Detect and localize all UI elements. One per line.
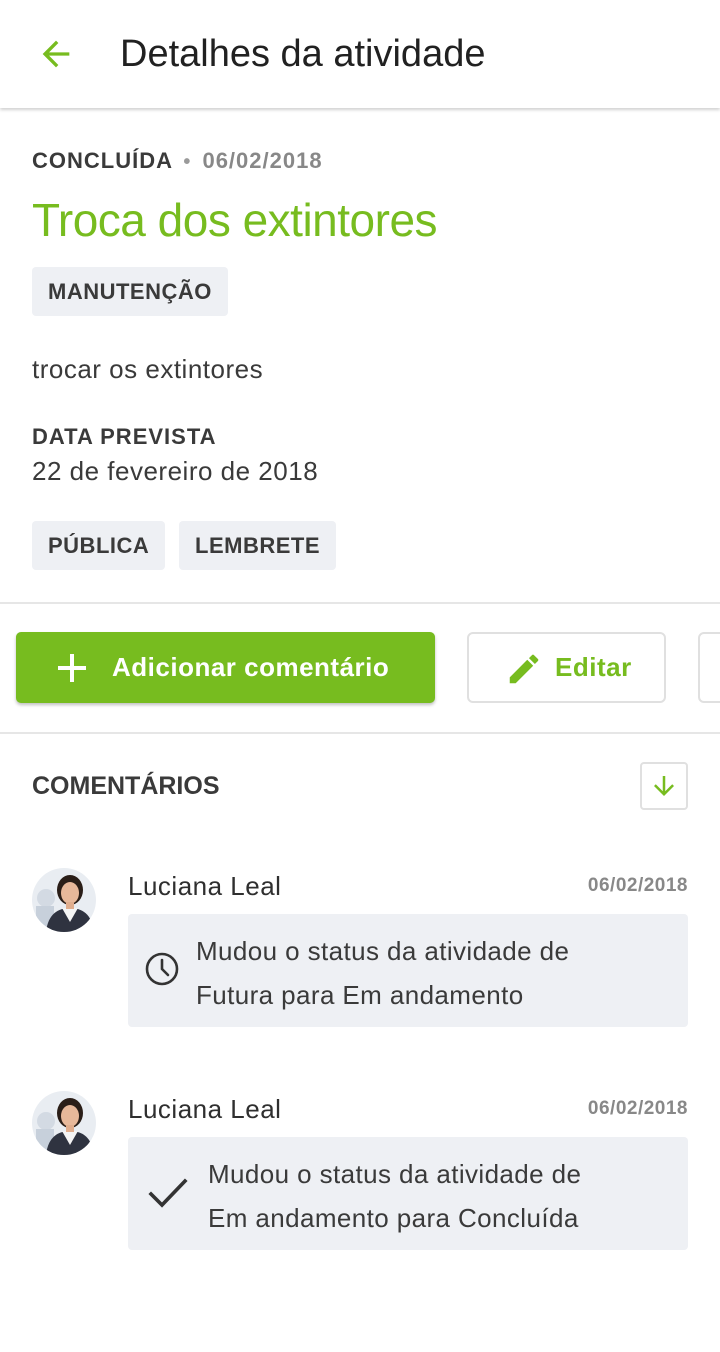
actions-bar: Adicionar comentário Editar [0,604,720,734]
comment-date: 06/02/2018 [587,875,688,896]
status-line: CONCLUÍDA • 06/02/2018 [32,146,323,176]
due-date-value: 22 de fevereiro de 2018 [32,456,319,486]
comment-text-line: Mudou o status da atividade de [196,936,570,966]
activity-details: CONCLUÍDA • 06/02/2018 Troca dos extinto… [0,108,720,604]
comment-text-line: Em andamento para Concluída [208,1203,579,1233]
status-date: 06/02/2018 [202,148,323,173]
check-icon [148,1178,188,1208]
tag-chip-public: PÚBLICA [32,521,166,570]
comment-date: 06/02/2018 [587,1098,688,1119]
comment-author: Luciana Leal [128,1094,282,1124]
status-label: CONCLUÍDA [32,148,173,173]
comment-body: Mudou o status da atividade de Futura pa… [128,914,688,1027]
comment-item: Luciana Leal 06/02/2018 Mudou o status d… [0,1091,720,1281]
add-comment-button[interactable]: Adicionar comentário [16,632,435,703]
back-button[interactable] [32,30,80,78]
arrow-left-icon [42,40,70,68]
tag-chip-reminder: LEMBRETE [179,521,336,570]
comment-body: Mudou o status da atividade de Em andame… [128,1137,688,1250]
plus-icon [58,654,86,682]
activity-title: Troca dos extintores [32,194,438,246]
category-chip: MANUTENÇÃO [32,267,228,316]
activity-description: trocar os extintores [32,354,264,384]
page-title: Detalhes da atividade [120,33,486,75]
clock-icon [145,952,179,986]
pencil-icon [509,654,539,684]
comment-text-line: Futura para Em andamento [196,980,524,1010]
comment-text: Mudou o status da atividade de Em andame… [208,1152,672,1240]
arrow-down-icon [654,776,674,796]
more-actions-button[interactable] [698,632,720,703]
status-separator: • [183,151,192,173]
comments-title: COMENTÁRIOS [32,772,220,800]
comment-item: Luciana Leal 06/02/2018 Mudou o status d… [0,868,720,1058]
edit-button[interactable]: Editar [467,632,666,703]
avatar [32,868,96,932]
edit-label: Editar [555,652,632,682]
due-date-label: DATA PREVISTA [32,424,217,449]
app-bar: Detalhes da atividade [0,0,720,108]
sort-comments-button[interactable] [640,762,688,810]
avatar [32,1091,96,1155]
comment-text: Mudou o status da atividade de Futura pa… [196,929,672,1017]
add-comment-label: Adicionar comentário [112,652,390,682]
comments-header: COMENTÁRIOS [0,736,720,836]
comment-author: Luciana Leal [128,871,282,901]
comment-text-line: Mudou o status da atividade de [208,1159,582,1189]
